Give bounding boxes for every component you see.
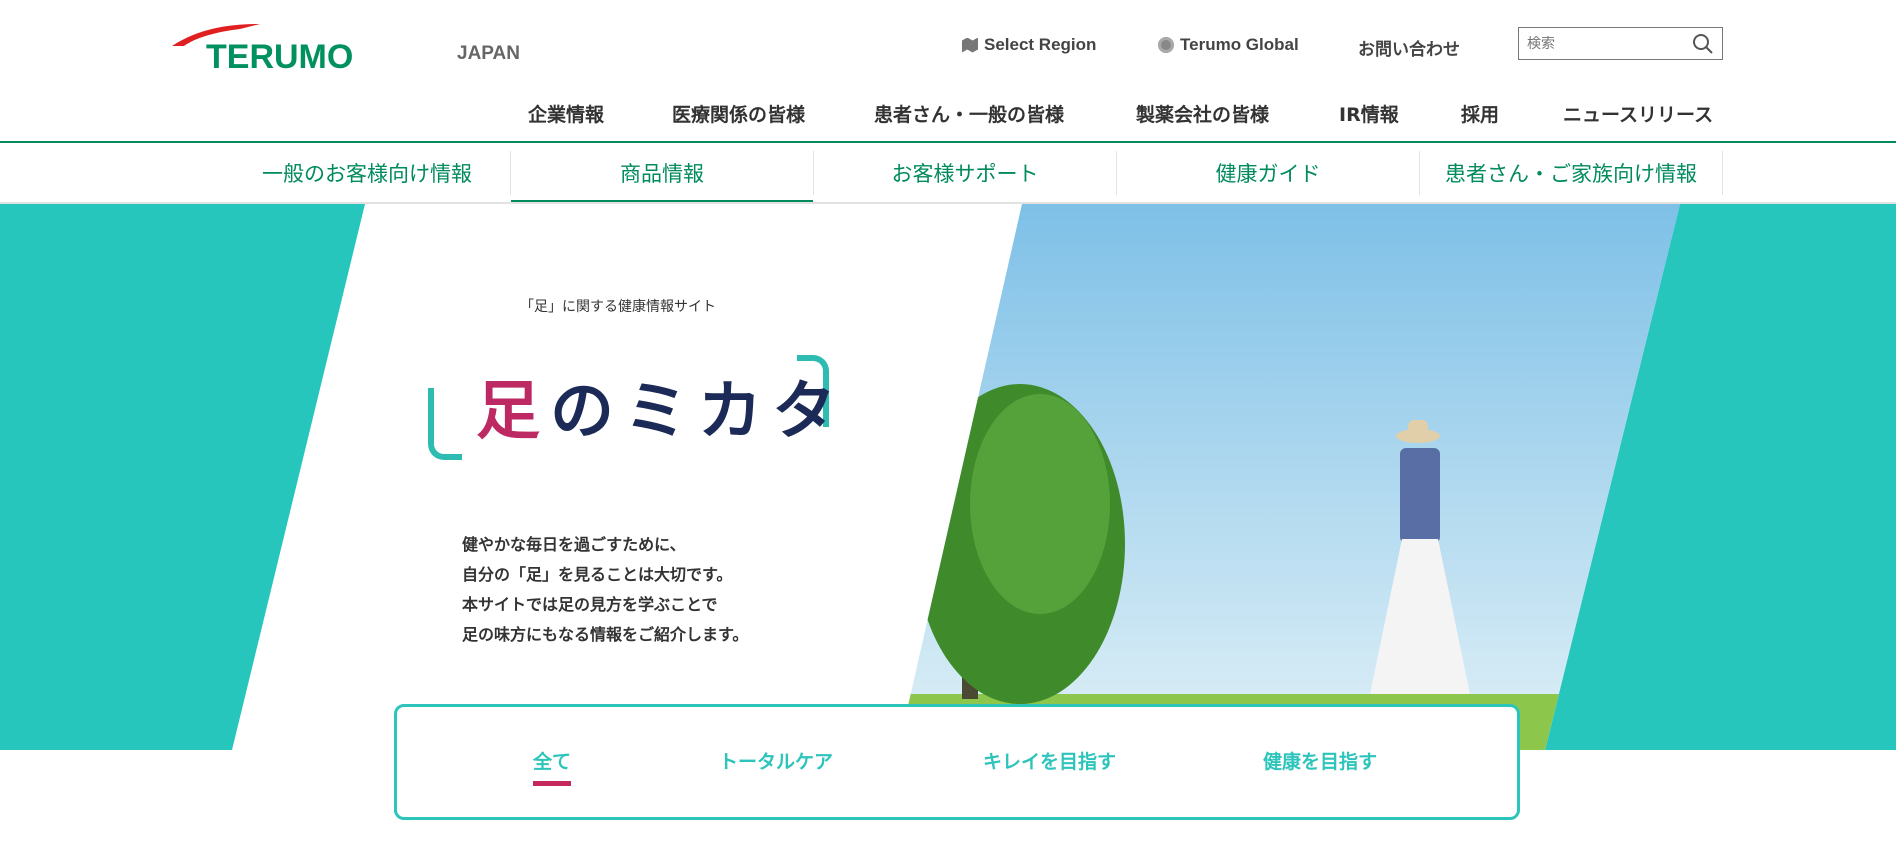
- search-icon[interactable]: [1692, 33, 1714, 55]
- search-box: [1518, 27, 1723, 60]
- hero-description: 健やかな毎日を過ごすために、 自分の「足」を見ることは大切です。 本サイトでは足…: [462, 530, 748, 650]
- search-input[interactable]: [1527, 35, 1692, 52]
- region-label: JAPAN: [457, 43, 520, 64]
- filter-tab-health[interactable]: 健康を目指す: [1263, 747, 1377, 774]
- nav-recruit[interactable]: 採用: [1461, 100, 1499, 127]
- select-region-link[interactable]: Select Region: [962, 35, 1096, 55]
- site-title: 足のミカタ: [476, 360, 846, 452]
- filter-tab-beauty[interactable]: キレイを目指す: [983, 747, 1116, 774]
- sub-nav: 一般のお客様向け情報 商品情報 お客様サポート 健康ガイド 患者さん・ご家族向け…: [170, 143, 1723, 203]
- filter-tab-total-care[interactable]: トータルケア: [719, 747, 833, 774]
- nav-patients[interactable]: 患者さん・一般の皆様: [874, 100, 1064, 127]
- subnav-support[interactable]: お客様サポート: [813, 151, 1116, 195]
- teal-left-shape: [0, 204, 365, 750]
- terumo-logo[interactable]: TERUMO: [170, 24, 410, 72]
- subnav-patients-family[interactable]: 患者さん・ご家族向け情報: [1419, 151, 1723, 195]
- description-line: 健やかな毎日を過ごすために、: [462, 535, 686, 554]
- globe-icon: [1158, 37, 1174, 53]
- nav-pharma[interactable]: 製薬会社の皆様: [1136, 100, 1269, 127]
- nav-news[interactable]: ニュースリリース: [1563, 100, 1713, 127]
- map-icon: [962, 37, 978, 53]
- category-filter: 全て トータルケア キレイを目指す 健康を目指す: [394, 704, 1520, 820]
- select-region-label: Select Region: [984, 35, 1097, 54]
- title-accent: 足: [476, 375, 550, 449]
- nav-ir[interactable]: IR情報: [1339, 100, 1399, 127]
- terumo-global-link[interactable]: Terumo Global: [1158, 35, 1299, 55]
- description-line: 足の味方にもなる情報をご紹介します。: [462, 625, 749, 644]
- contact-link[interactable]: お問い合わせ: [1358, 35, 1460, 60]
- title-rest: のミカタ: [550, 375, 846, 449]
- terumo-global-label: Terumo Global: [1180, 35, 1299, 54]
- subnav-health-guide[interactable]: 健康ガイド: [1116, 151, 1419, 195]
- svg-text:TERUMO: TERUMO: [206, 38, 353, 72]
- hero-subtitle: 「足」に関する健康情報サイト: [520, 299, 716, 315]
- description-line: 本サイトでは足の見方を学ぶことで: [462, 595, 718, 614]
- nav-corporate[interactable]: 企業情報: [528, 100, 604, 127]
- description-line: 自分の「足」を見ることは大切です。: [462, 565, 733, 584]
- bracket-left: [428, 388, 462, 460]
- hero-banner: [0, 204, 1896, 750]
- filter-tab-all[interactable]: 全て: [533, 747, 572, 786]
- subnav-products[interactable]: 商品情報: [510, 151, 813, 203]
- subnav-general[interactable]: 一般のお客様向け情報: [170, 151, 510, 195]
- nav-medical[interactable]: 医療関係の皆様: [672, 100, 805, 127]
